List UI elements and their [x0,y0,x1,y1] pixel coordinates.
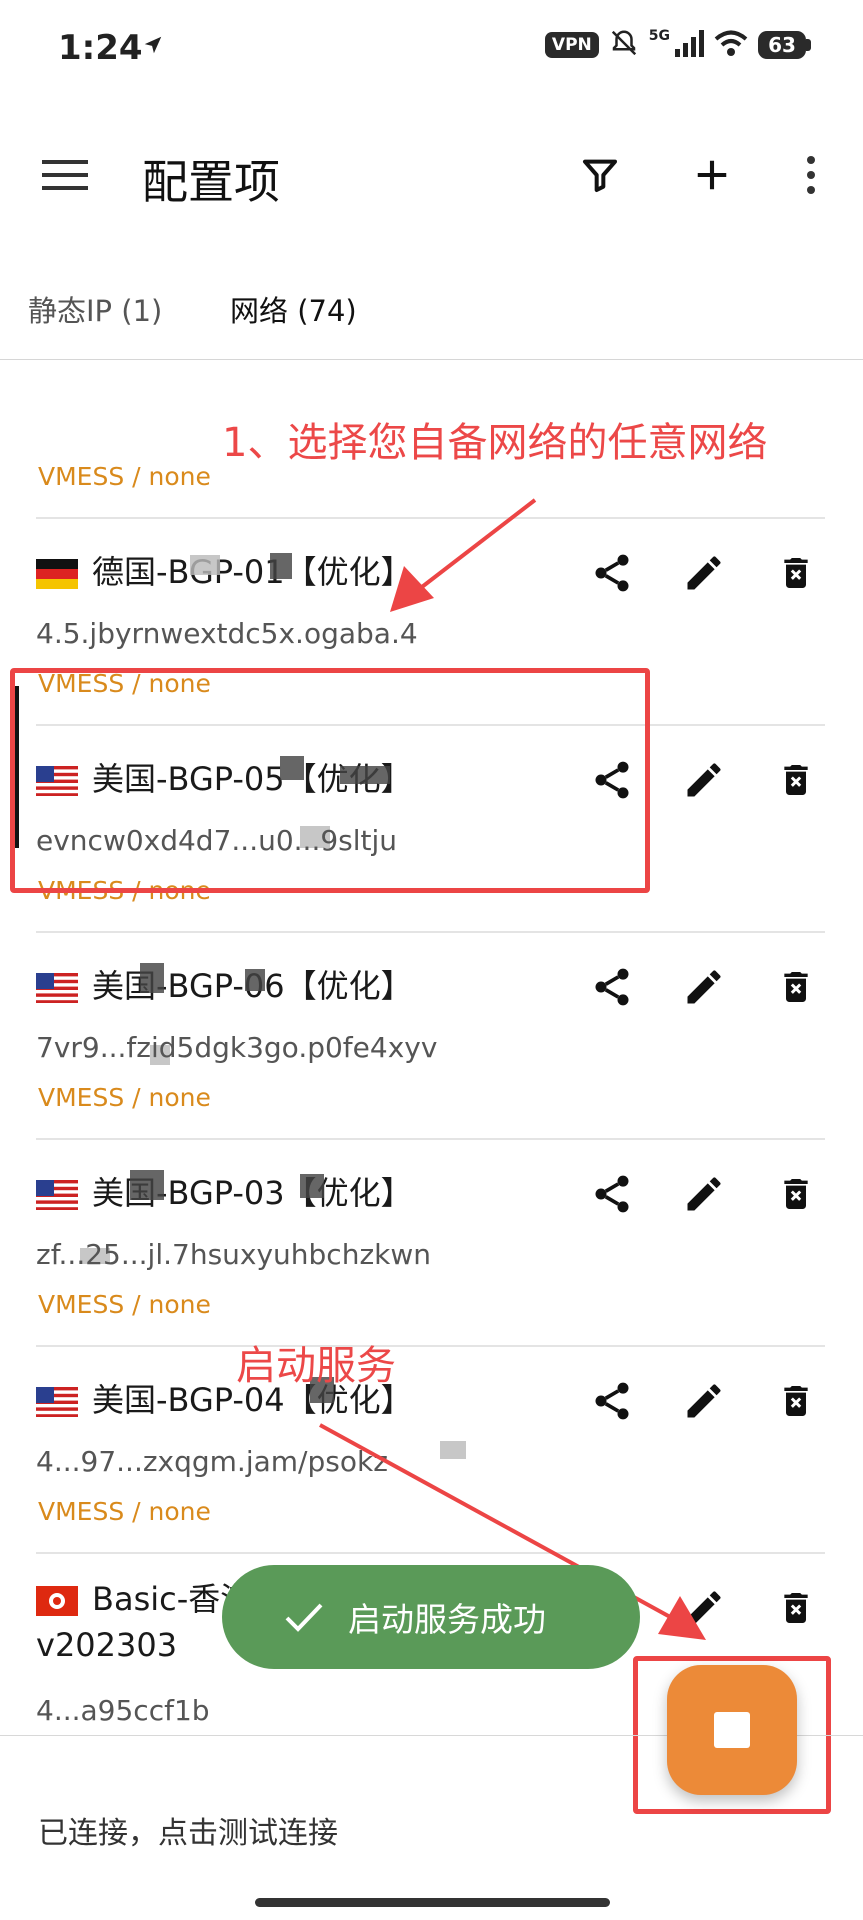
server-name-line2: v202303 [36,1626,178,1664]
mute-bell-icon [609,28,639,62]
stop-icon [714,1712,750,1748]
germany-flag-icon [36,559,78,589]
usa-flag-icon [36,1180,78,1210]
wifi-icon [714,29,748,61]
delete-icon[interactable] [772,1584,820,1632]
highlight-box-selected-server [10,668,650,893]
tab-network[interactable]: 网络 (74) [230,288,357,330]
protocol-label: VMESS / none [38,1290,211,1319]
edit-icon[interactable] [680,1170,728,1218]
battery-icon: 63 [758,31,811,59]
delete-icon[interactable] [772,1170,820,1218]
battery-level: 63 [758,31,806,59]
menu-icon[interactable] [30,140,100,210]
protocol-label: VMESS / none [38,1083,211,1112]
server-address: zf...25...jl.7hsuxyuhbchzkwn [36,1238,432,1271]
usa-flag-icon [36,1387,78,1417]
server-address: 4.5.jbyrnwextdc5x.ogaba.4 [36,617,418,650]
share-icon[interactable] [588,1170,636,1218]
tab-static-ip[interactable]: 静态IP (1) [28,288,162,330]
app-toolbar: 配置项 [0,120,863,230]
edit-icon[interactable] [680,963,728,1011]
usa-flag-icon [36,973,78,1003]
vpn-badge: VPN [544,32,599,58]
edit-icon[interactable] [680,1584,728,1632]
server-list: VMESS / none 德国-BGP-01【优化】 4.5.jbyrnwext… [0,360,863,1735]
status-icons: VPN 5G 63 [544,28,811,62]
edit-icon[interactable] [680,549,728,597]
share-icon[interactable] [588,549,636,597]
start-stop-service-button[interactable] [667,1665,797,1795]
annotation-start-service: 启动服务 [236,1343,396,1389]
check-icon [284,1601,324,1633]
delete-icon[interactable] [772,756,820,804]
delete-icon[interactable] [772,549,820,597]
share-icon[interactable] [588,1377,636,1425]
protocol-label: VMESS / none [38,462,211,491]
list-item[interactable]: 美国-BGP-03【优化】 zf...25...jl.7hsuxyuhbchzk… [0,1140,863,1347]
status-bar: 1:24 VPN 5G 63 [0,0,863,100]
server-address: 4...97...zxqgm.jam/psokz [36,1445,388,1478]
add-icon[interactable] [677,140,747,210]
connection-status-text[interactable]: 已连接，点击测试连接 [38,1808,338,1852]
edit-icon[interactable] [680,1377,728,1425]
server-name: 德国-BGP-01【优化】 [92,553,413,591]
page-title: 配置项 [142,155,280,209]
server-address: 4...a95ccf1b [36,1694,210,1727]
protocol-label: VMESS / none [38,1497,211,1526]
delete-icon[interactable] [772,963,820,1011]
share-icon[interactable] [588,963,636,1011]
toast-text: 启动服务成功 [348,1600,546,1639]
delete-icon[interactable] [772,1377,820,1425]
more-vert-icon[interactable] [776,140,846,210]
tab-bar: 静态IP (1) 网络 (74) [0,270,863,360]
filter-icon[interactable] [565,140,635,210]
status-time: 1:24 [58,28,143,68]
cell-signal-icon [674,29,704,61]
list-item[interactable]: 美国-BGP-06【优化】 7vr9...fzid5dgk3go.p0fe4xy… [0,933,863,1140]
annotation-step1: 1、选择您自备网络的任意网络 [222,420,768,466]
navigation-arrow-icon [142,34,164,60]
hongkong-flag-icon [36,1586,78,1616]
list-item[interactable]: 美国-BGP-04【优化】 4...97...zxqgm.jam/psokz V… [0,1347,863,1554]
toast-start-success: 启动服务成功 [222,1565,640,1669]
home-indicator[interactable] [255,1898,610,1907]
network-type-label: 5G [648,28,670,44]
server-address: 7vr9...fzid5dgk3go.p0fe4xyv [36,1031,438,1064]
edit-icon[interactable] [680,756,728,804]
